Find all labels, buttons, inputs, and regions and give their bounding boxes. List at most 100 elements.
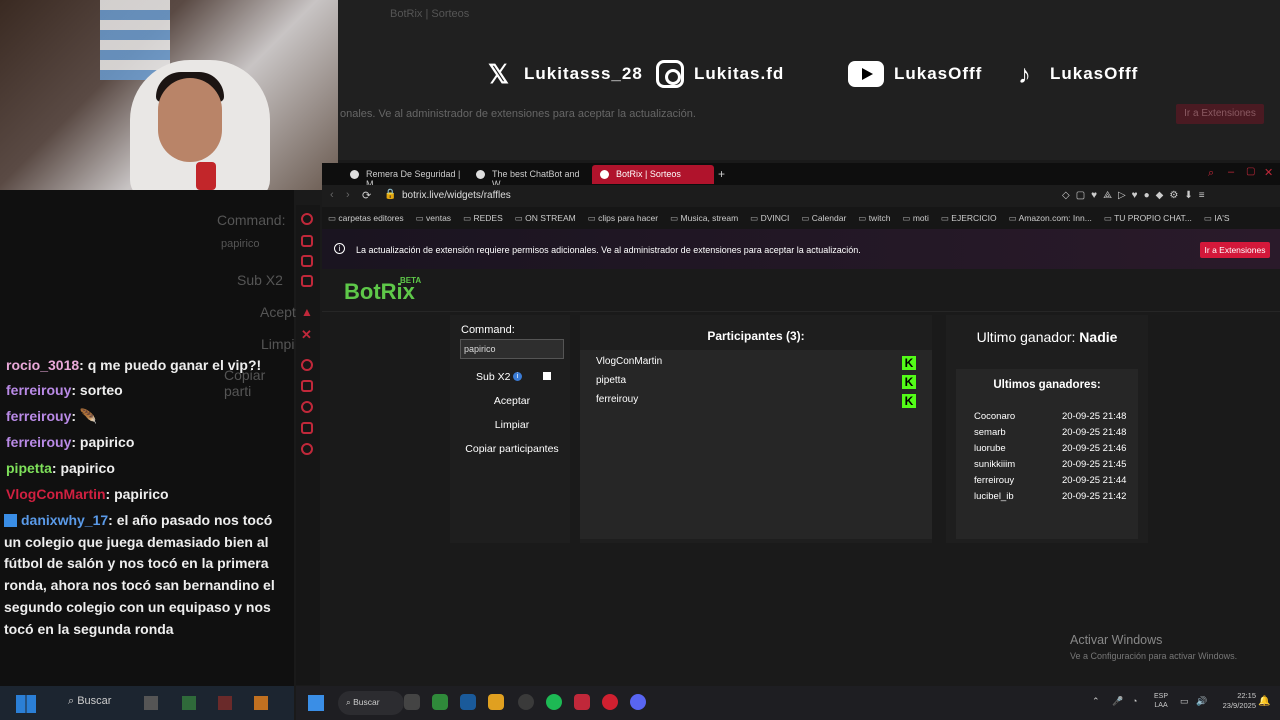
app-icon[interactable] <box>182 696 196 710</box>
winner-row: ferreirouy 20-09-25 21:44 <box>974 475 1130 491</box>
ghost-command: Command: <box>217 212 286 228</box>
background-extension-button: Ir a Extensiones <box>1176 104 1264 124</box>
taskbar-search[interactable]: ⌕ Buscar <box>68 695 111 708</box>
winner-name: semarb <box>974 427 1006 438</box>
go-to-extensions-button[interactable]: Ir a Extensiones <box>1200 242 1270 258</box>
ghost-value: papirico <box>221 238 260 250</box>
bookmark[interactable]: REDES <box>463 213 502 229</box>
chat-user[interactable]: VlogConMartin <box>6 486 106 502</box>
bookmark[interactable]: moti <box>902 213 929 229</box>
chat-user[interactable]: ferreirouy <box>6 434 71 450</box>
clock-icon[interactable] <box>301 401 313 413</box>
bookmark[interactable]: TU PROPIO CHAT... <box>1104 213 1192 229</box>
winner-row: Coconaro 20-09-25 21:48 <box>974 411 1130 427</box>
sync-icon[interactable] <box>301 422 313 434</box>
app-icon[interactable] <box>144 696 158 710</box>
bookmarks-bar: carpetas editores ventas REDES ON STREAM… <box>322 207 1280 229</box>
bookmark[interactable]: DVINCI <box>750 213 790 229</box>
sub-x2-checkbox[interactable] <box>543 372 551 380</box>
tab-bar: Remera De Seguridad | M The best ChatBot… <box>322 163 1280 189</box>
tray-chevron-icon[interactable]: ⌃ <box>1092 696 1100 707</box>
command-input[interactable] <box>460 339 564 359</box>
bookmark[interactable]: EJERCICIO <box>941 213 996 229</box>
language-indicator[interactable]: ESP LAA <box>1154 692 1168 710</box>
clock[interactable]: 22:15 23/9/2025 <box>1218 691 1256 711</box>
tiktok-app-icon[interactable] <box>574 694 590 710</box>
bookmark[interactable]: twitch <box>858 213 891 229</box>
bookmark[interactable]: ventas <box>416 213 451 229</box>
tab-botrix[interactable]: BotRix | Sorteos <box>592 165 714 184</box>
folder-icon[interactable] <box>254 696 268 710</box>
app-icon[interactable] <box>218 696 232 710</box>
taskbar-search[interactable]: ⌕ Buscar <box>338 691 404 715</box>
volume-icon[interactable]: 🔊 <box>1196 696 1207 707</box>
info-icon[interactable]: i <box>513 372 522 381</box>
opera-icon[interactable] <box>602 694 618 710</box>
social-handle: LukasOfff <box>894 64 983 83</box>
task-view-icon[interactable] <box>404 694 420 710</box>
list-icon[interactable] <box>301 380 313 392</box>
bookmark[interactable]: clips para hacer <box>588 213 658 229</box>
discord-icon[interactable] <box>630 694 646 710</box>
new-tab-icon[interactable]: + <box>718 167 725 181</box>
clear-button[interactable]: Limpiar <box>450 419 574 431</box>
message-icon[interactable] <box>301 275 313 287</box>
social-youtube: LukasOfff <box>848 56 982 92</box>
chat-icon[interactable] <box>301 255 313 267</box>
social-handle: Lukitasss_28 <box>524 64 643 83</box>
social-tiktok: ♪ LukasOfff <box>1010 56 1138 92</box>
command-panel: Command: Sub X2 i Aceptar Limpiar Copiar… <box>450 315 570 543</box>
tab-chatbot[interactable]: The best ChatBot and W <box>468 165 588 189</box>
url-field[interactable]: botrix.live/widgets/raffles <box>402 190 511 201</box>
accept-button[interactable]: Aceptar <box>450 395 574 407</box>
file-explorer-icon[interactable] <box>488 694 504 710</box>
chat-user[interactable]: rocio_3018 <box>6 357 79 373</box>
reload-icon[interactable]: ⟳ <box>362 189 371 202</box>
bookmark[interactable]: Amazon.com: Inn... <box>1009 213 1092 229</box>
target-icon[interactable] <box>301 359 313 371</box>
minecraft-icon[interactable] <box>432 694 448 710</box>
refresh-icon[interactable] <box>301 213 313 225</box>
close-window-icon[interactable]: ✕ <box>1264 166 1273 179</box>
copy-participants-button[interactable]: Copiar participantes <box>450 443 574 455</box>
bookmark[interactable]: ON STREAM <box>515 213 576 229</box>
bookmark[interactable]: IA'S <box>1204 213 1229 229</box>
chat-text: : el año pasado nos tocó un colegio que … <box>4 512 275 637</box>
spotify-icon[interactable] <box>546 694 562 710</box>
chat-user[interactable]: pipetta <box>6 460 52 476</box>
bookmark[interactable]: Calendar <box>801 213 847 229</box>
command-label: Command: <box>461 324 515 336</box>
winners-panel: Ultimo ganador: Nadie Ultimos ganadores:… <box>946 315 1148 543</box>
chat-user[interactable]: ferreirouy <box>6 408 71 424</box>
flame-icon[interactable]: ▲ <box>301 305 313 319</box>
minimize-icon[interactable]: – <box>1228 166 1234 178</box>
windows-start-icon[interactable] <box>308 695 324 711</box>
close-icon[interactable]: ✕ <box>301 327 313 342</box>
tab-remera[interactable]: Remera De Seguridad | M <box>342 165 462 189</box>
chat-message: danixwhy_17: el año pasado nos tocó un c… <box>4 510 288 640</box>
app-icon[interactable] <box>460 694 476 710</box>
chat-text: : papirico <box>51 460 115 476</box>
search-tabs-icon[interactable]: ⌕ <box>1208 167 1214 180</box>
microphone-icon[interactable]: 🎤 <box>1112 696 1123 707</box>
maximize-icon[interactable]: ▢ <box>1246 166 1255 177</box>
winner-row: luorube 20-09-25 21:46 <box>974 443 1130 459</box>
chat-user[interactable]: ferreirouy <box>6 382 71 398</box>
back-icon[interactable]: ‹ <box>330 189 334 201</box>
last-winner-title: Ultimo ganador: Nadie <box>946 329 1148 345</box>
extension-icons[interactable]: ◇▢♥⟁▷♥●◆⚙⬇≡ <box>1062 190 1211 201</box>
windows-start-icon[interactable] <box>16 695 36 713</box>
gift-icon[interactable] <box>301 235 313 247</box>
bookmark[interactable]: carpetas editores <box>328 213 403 229</box>
bookmark[interactable]: Musica, stream <box>670 213 739 229</box>
chrome-icon[interactable] <box>518 694 534 710</box>
winner-row: semarb 20-09-25 21:48 <box>974 427 1130 443</box>
settings-icon[interactable] <box>301 443 313 455</box>
forward-icon[interactable]: › <box>346 189 350 201</box>
monitor-icon[interactable]: ▭ <box>1180 696 1189 707</box>
notifications-icon[interactable]: 🔔 <box>1258 696 1270 707</box>
prime-badge-icon <box>4 514 17 527</box>
chat-user[interactable]: danixwhy_17 <box>21 512 108 528</box>
activate-windows-subtitle: Ve a Configuración para activar Windows. <box>1070 651 1238 661</box>
network-icon[interactable]: ◔ <box>1132 696 1137 706</box>
